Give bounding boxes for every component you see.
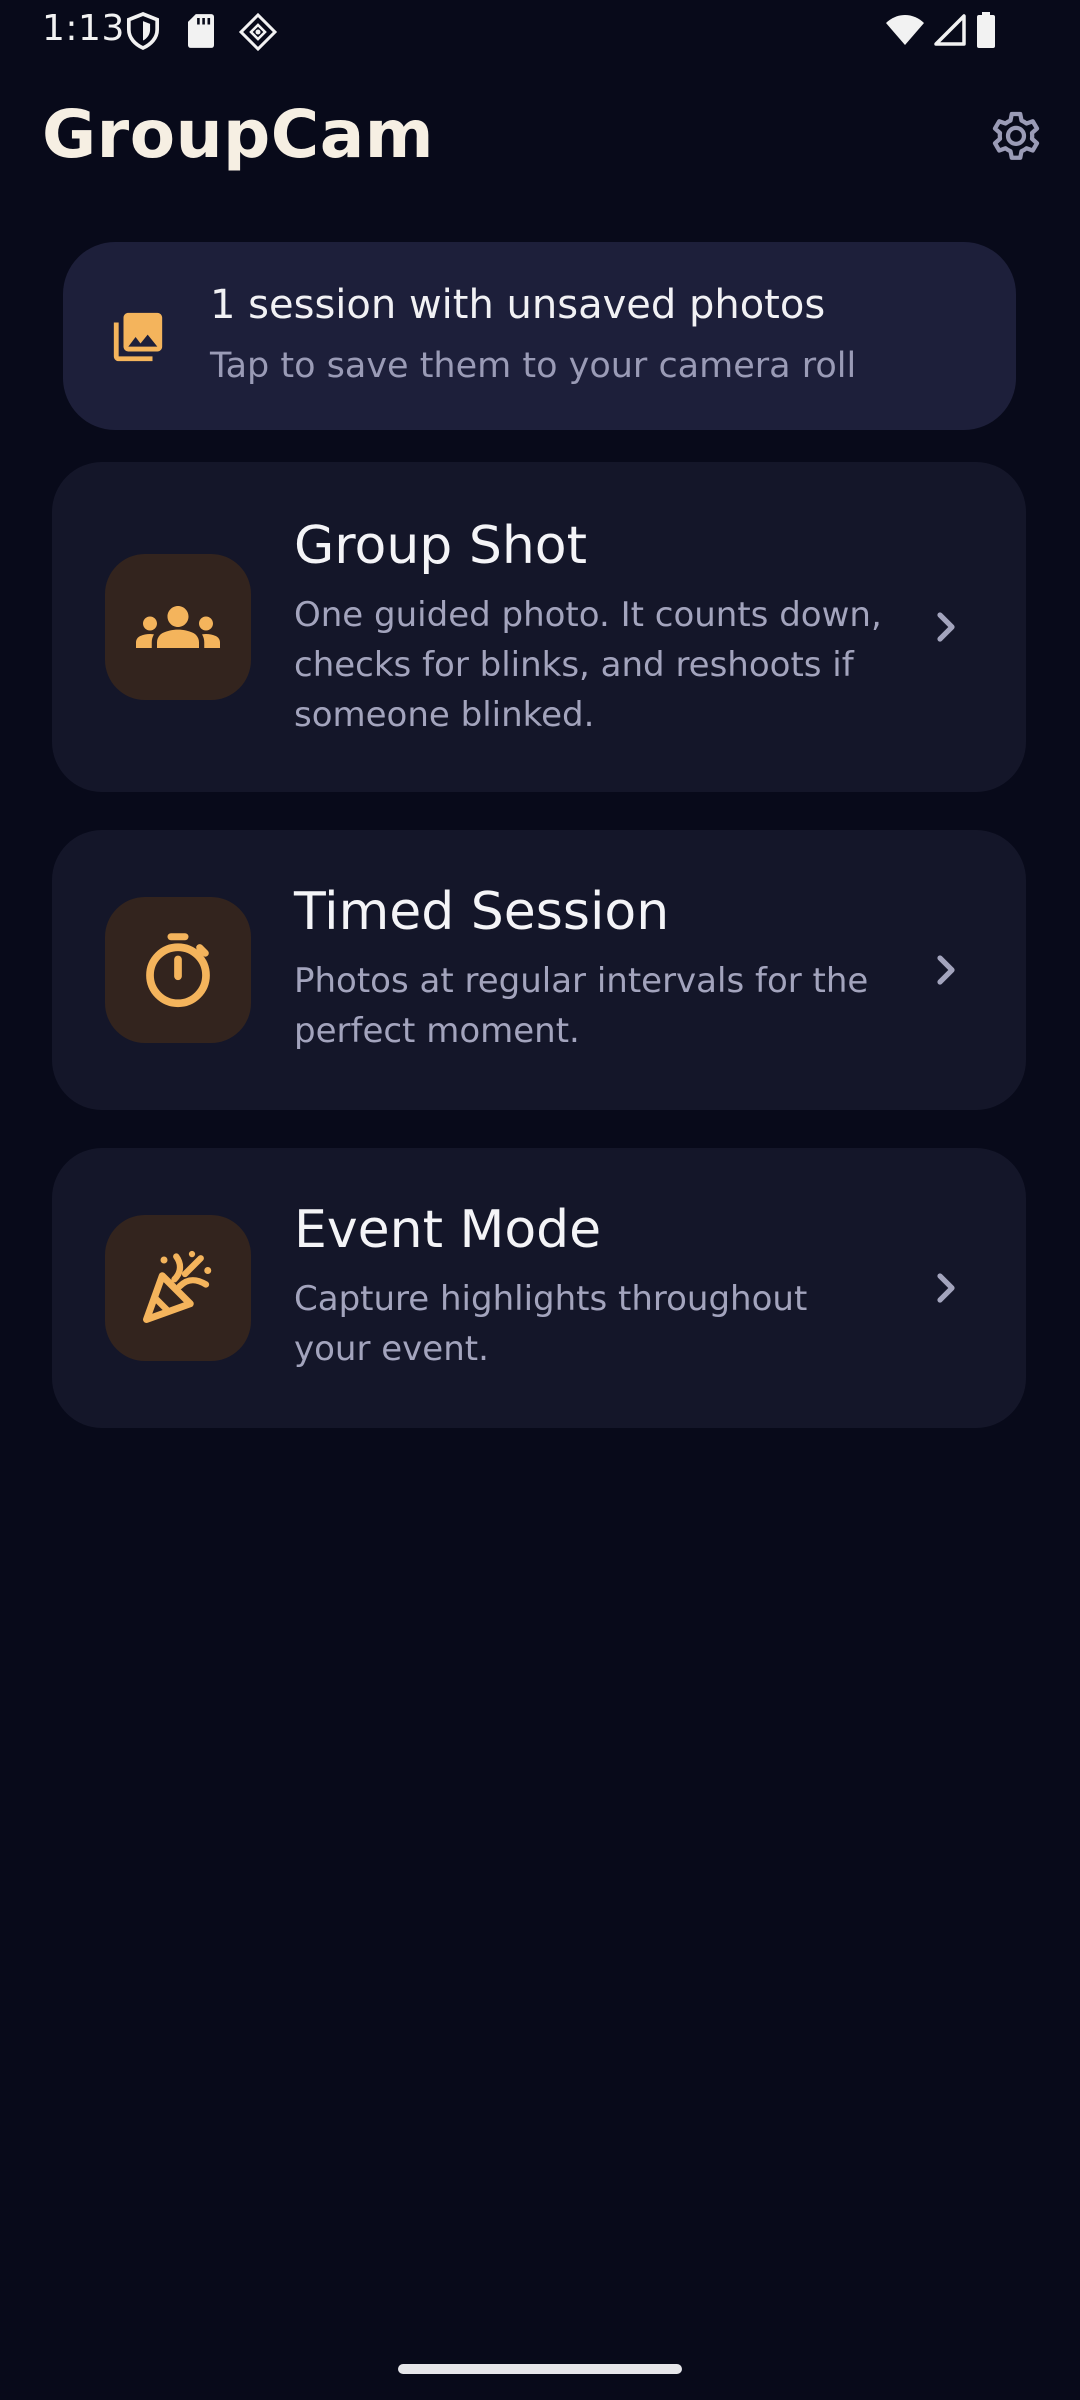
timer-icon-tile bbox=[105, 897, 251, 1043]
group-icon-tile bbox=[105, 554, 251, 700]
settings-gear-icon[interactable] bbox=[986, 106, 1046, 166]
card-description: One guided photo. It counts down, checks… bbox=[294, 595, 882, 735]
signal-icon bbox=[934, 14, 966, 46]
chevron-right-icon bbox=[937, 955, 955, 985]
banner-title: 1 session with unsaved photos bbox=[210, 282, 826, 328]
card-description: Photos at regular intervals for the perf… bbox=[294, 961, 869, 1051]
card-title: Group Shot bbox=[294, 516, 588, 576]
banner-subtitle: Tap to save them to your camera roll bbox=[210, 346, 857, 386]
card-title: Event Mode bbox=[294, 1200, 602, 1260]
card-title: Timed Session bbox=[294, 882, 670, 942]
home-indicator[interactable] bbox=[398, 2364, 682, 2374]
group-icon bbox=[136, 606, 220, 648]
mode-card-timed-session[interactable]: Timed Session Photos at regular interval… bbox=[52, 830, 1026, 1110]
mode-card-event-mode[interactable]: Event Mode Capture highlights throughout… bbox=[52, 1148, 1026, 1428]
chevron-right-icon bbox=[937, 612, 955, 642]
party-popper-icon-tile bbox=[105, 1215, 251, 1361]
shield-icon bbox=[126, 12, 160, 50]
chevron-right-icon bbox=[937, 1273, 955, 1303]
timer-icon bbox=[146, 933, 210, 1008]
wifi-icon bbox=[886, 15, 924, 45]
party-popper-icon bbox=[143, 1250, 212, 1323]
battery-icon bbox=[977, 12, 995, 48]
photo-library-icon bbox=[113, 312, 163, 362]
data-saver-icon bbox=[238, 12, 278, 52]
mode-card-group-shot[interactable]: Group Shot One guided photo. It counts d… bbox=[52, 462, 1026, 792]
card-description: Capture highlights throughout your event… bbox=[294, 1279, 808, 1369]
status-time: 1:13 bbox=[42, 8, 125, 49]
page-title: GroupCam bbox=[42, 96, 435, 173]
unsaved-photos-banner[interactable]: 1 session with unsaved photos Tap to sav… bbox=[63, 242, 1016, 430]
status-bar: 1:13 bbox=[0, 0, 1080, 64]
sd-card-icon bbox=[188, 14, 214, 48]
